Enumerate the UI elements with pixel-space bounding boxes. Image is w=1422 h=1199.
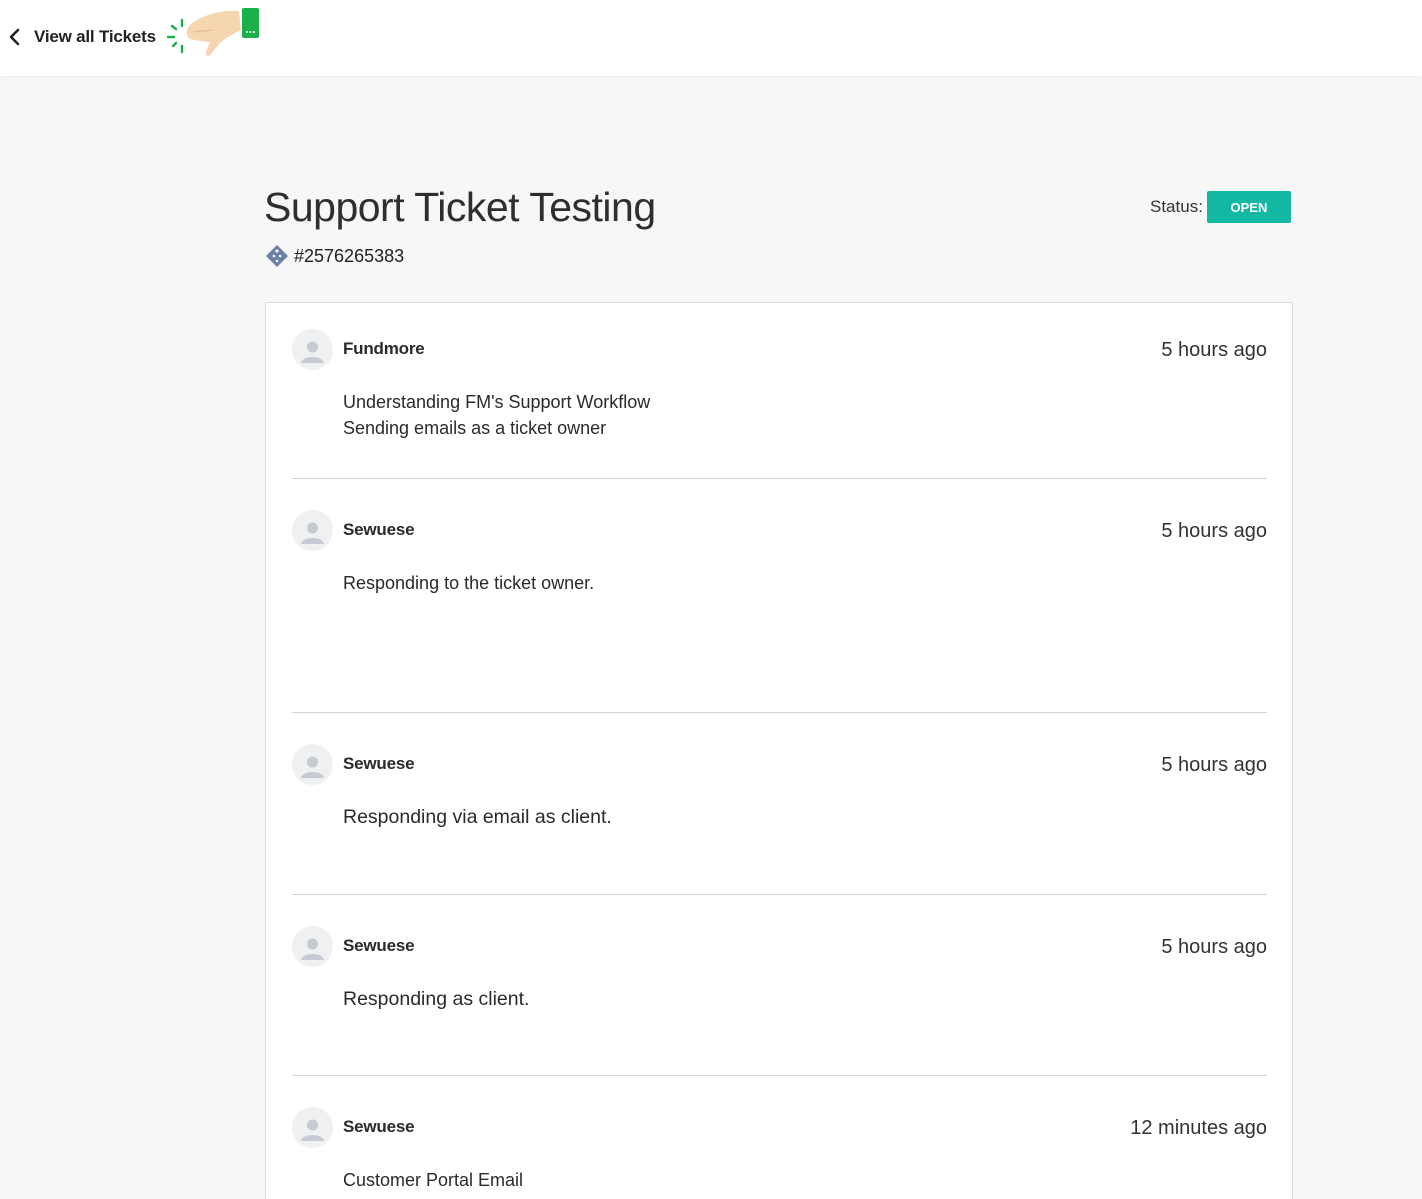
conversation-card: Fundmore 5 hours ago Understanding FM's … — [265, 302, 1293, 1199]
message-line: Responding to the ticket owner. — [343, 573, 595, 593]
message-body: Responding to the ticket owner. — [343, 570, 594, 596]
message-divider — [292, 1075, 1267, 1076]
user-avatar-icon — [292, 1107, 333, 1148]
message-author: Sewuese — [343, 1117, 415, 1136]
user-avatar-icon — [292, 926, 333, 967]
message-body: Responding via email as client. — [343, 804, 612, 830]
message-divider — [292, 712, 1267, 713]
message-item: Sewuese 5 hours ago Responding as client… — [292, 926, 1267, 1036]
message-author: Sewuese — [343, 754, 415, 773]
chevron-left-icon — [9, 28, 20, 46]
message-item: Sewuese 12 minutes ago Customer Portal E… — [292, 1107, 1267, 1199]
message-time: 12 minutes ago — [1130, 1117, 1267, 1139]
ticket-title: Support Ticket Testing — [264, 184, 656, 230]
message-body: Customer Portal Email — [343, 1167, 523, 1193]
ticket-number: #2576265383 — [264, 242, 404, 270]
message-author: Fundmore — [343, 339, 425, 358]
back-link-label: View all Tickets — [34, 27, 156, 46]
ticket-status: Status: OPEN — [1150, 191, 1291, 223]
message-time: 5 hours ago — [1161, 754, 1267, 776]
message-author: Sewuese — [343, 936, 415, 955]
top-bar: View all Tickets — [0, 0, 1422, 76]
view-all-tickets-link[interactable]: View all Tickets — [8, 24, 156, 50]
message-item: Sewuese 5 hours ago Responding via email… — [292, 744, 1267, 854]
message-time: 5 hours ago — [1161, 339, 1267, 361]
message-line: Sending emails as a ticket owner — [343, 418, 607, 438]
message-divider — [292, 478, 1267, 479]
status-label: Status: — [1150, 197, 1203, 216]
user-avatar-icon — [292, 510, 333, 551]
user-avatar-icon — [292, 744, 333, 785]
message-line: Customer Portal Email — [343, 1170, 524, 1190]
message-time: 5 hours ago — [1161, 936, 1267, 958]
message-line: Responding via email as client. — [343, 806, 612, 828]
user-avatar-icon — [292, 329, 333, 370]
ticket-number-text: #2576265383 — [294, 245, 405, 266]
status-badge: OPEN — [1206, 191, 1291, 223]
hand-pointer-icon — [166, 8, 259, 56]
message-body: Understanding FM's Support Workflow Send… — [343, 389, 650, 441]
message-line: Understanding FM's Support Workflow — [343, 392, 651, 412]
ticket-tag-icon — [266, 245, 288, 267]
message-divider — [292, 894, 1267, 895]
message-line: Responding as client. — [343, 988, 530, 1010]
message-body: Responding as client. — [343, 986, 529, 1012]
message-item: Fundmore 5 hours ago Understanding FM's … — [292, 329, 1267, 439]
message-time: 5 hours ago — [1161, 520, 1267, 542]
message-item: Sewuese 5 hours ago Responding to the ti… — [292, 510, 1267, 620]
message-author: Sewuese — [343, 520, 415, 539]
